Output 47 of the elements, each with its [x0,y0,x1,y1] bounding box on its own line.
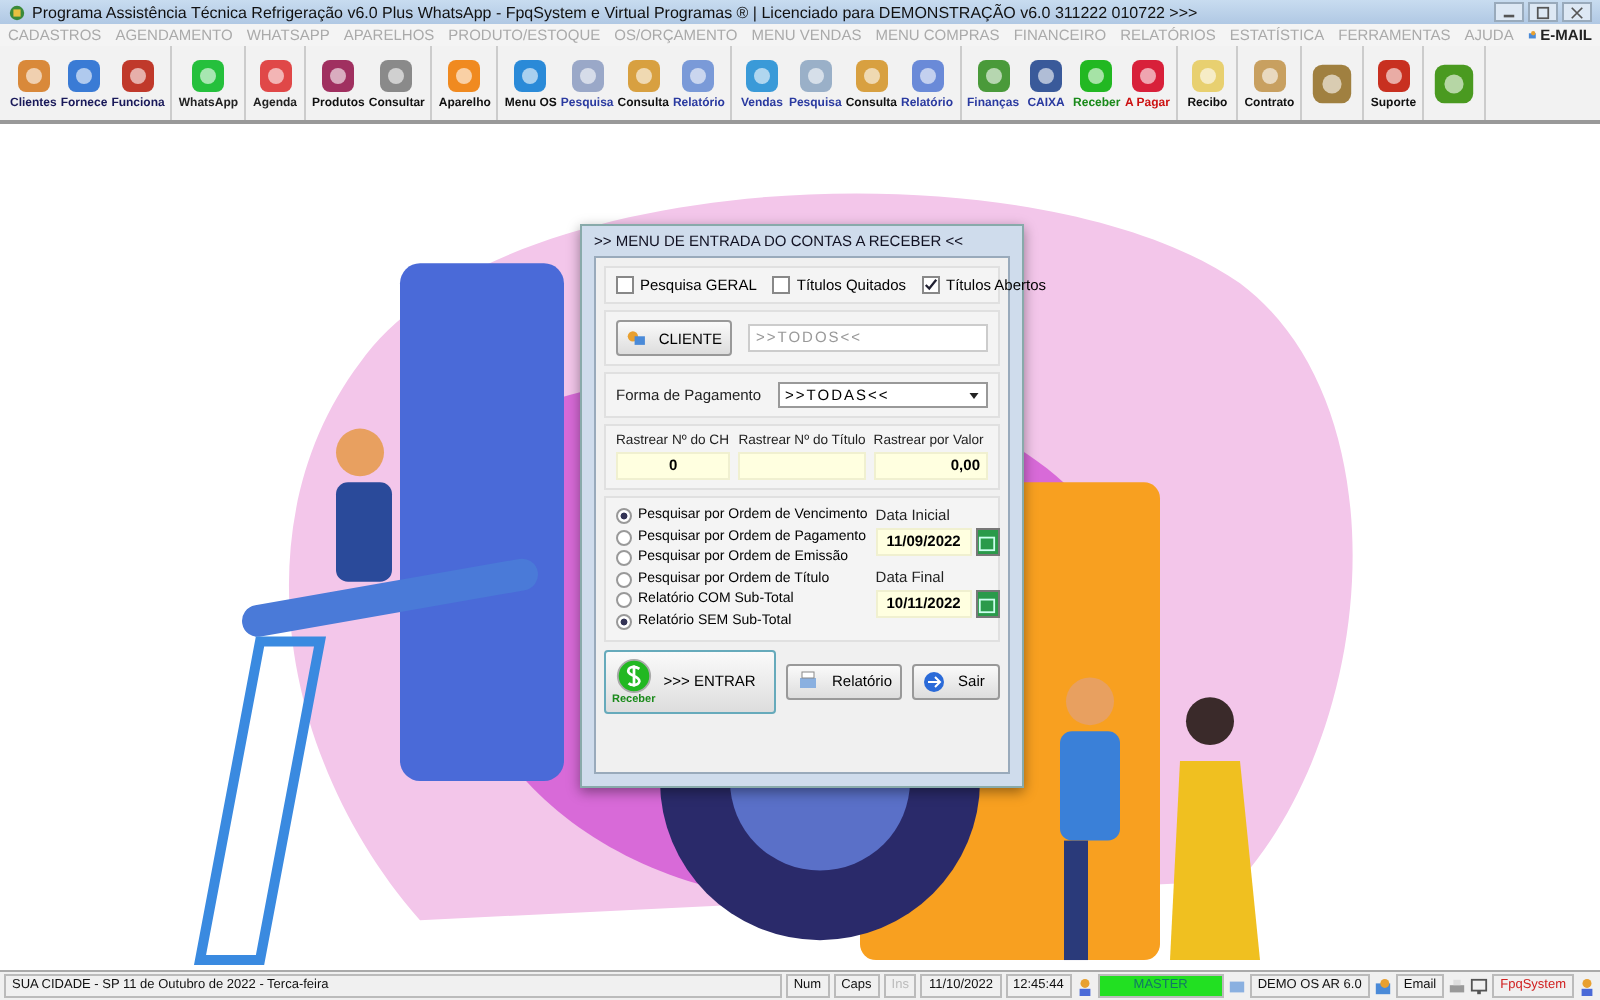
arrow-icon [922,669,947,693]
app-icon [678,56,719,96]
tracker-field[interactable] [738,452,866,480]
app-icon [1308,59,1357,107]
app-icon [623,56,664,96]
app-icon [376,56,417,96]
app-icon [1127,56,1168,96]
calendar-button[interactable] [975,590,1000,618]
window-title: Programa Assistência Técnica Refrigeração v6.0 Plus WhatsApp - FpqSystem e Virtual Programas ® | Licenciado para DEMONSTRAÇÃO v6.0 311222 010722 >>> [32,3,1200,21]
app-icon [510,56,551,96]
users-icon [1578,977,1596,995]
app-logo-icon [8,3,26,21]
person-icon [626,326,647,350]
minimize-button[interactable] [1494,2,1524,22]
close-icon [1570,5,1584,19]
app-icon [907,56,947,96]
calendar-button[interactable] [975,528,1000,556]
app-icon [973,56,1014,96]
app-icon [1249,56,1290,96]
app-icon [64,56,105,96]
monitor-icon [1470,977,1489,995]
app-icon [1076,56,1117,96]
app-icon [1373,56,1414,96]
app-icon [255,56,296,96]
maximize-icon [1536,5,1550,19]
printer-icon [796,669,820,693]
close-button[interactable] [1562,2,1592,22]
app-icon [1026,56,1067,96]
app-icon [318,56,359,96]
app-icon [741,56,782,96]
app-icon [795,56,836,96]
app-icon [13,56,54,96]
checkmark-icon [923,278,938,292]
app-icon [567,56,608,96]
app-icon [851,56,892,96]
mail-icon [1527,26,1537,44]
app-icon [1430,59,1479,107]
dollar-coin-icon [615,657,652,693]
dropdown-arrow-icon [968,389,980,401]
maximize-button[interactable] [1528,2,1558,22]
app-icon [118,56,159,96]
mail-icon [1373,977,1392,995]
users-icon [1075,977,1094,995]
printer-icon [1448,977,1467,995]
app-icon [188,56,229,96]
app-icon [444,56,485,96]
app-icon [1187,56,1228,96]
